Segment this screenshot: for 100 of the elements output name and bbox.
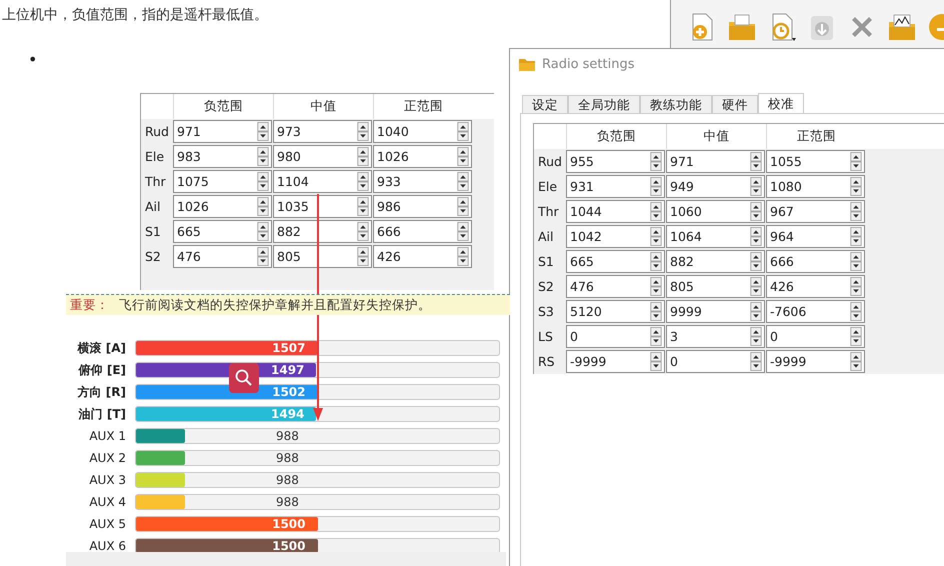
spinner-icon[interactable] bbox=[650, 252, 662, 271]
spinner-icon[interactable] bbox=[650, 227, 662, 246]
spin-field[interactable]: 986 bbox=[373, 195, 472, 218]
spin-field[interactable]: 0 bbox=[566, 325, 665, 348]
spinner-icon[interactable] bbox=[257, 172, 269, 191]
spinner-icon[interactable] bbox=[357, 247, 369, 266]
spinner-icon[interactable] bbox=[750, 177, 762, 196]
spin-field[interactable]: 971 bbox=[666, 150, 765, 173]
spinner-icon[interactable] bbox=[650, 202, 662, 221]
tab[interactable]: 校准 bbox=[758, 93, 804, 113]
spinner-icon[interactable] bbox=[457, 122, 469, 141]
spinner-icon[interactable] bbox=[750, 327, 762, 346]
spinner-icon[interactable] bbox=[850, 227, 862, 246]
spin-field[interactable]: 665 bbox=[566, 250, 665, 273]
spinner-icon[interactable] bbox=[750, 152, 762, 171]
spin-field[interactable]: 665 bbox=[173, 220, 272, 243]
spinner-icon[interactable] bbox=[457, 172, 469, 191]
spin-field[interactable]: 1042 bbox=[566, 225, 665, 248]
spin-field[interactable]: 0 bbox=[766, 325, 865, 348]
spinner-icon[interactable] bbox=[750, 252, 762, 271]
spinner-icon[interactable] bbox=[650, 277, 662, 296]
spin-field[interactable]: 805 bbox=[273, 245, 372, 268]
tab[interactable]: 设定 bbox=[522, 95, 568, 113]
spinner-icon[interactable] bbox=[750, 227, 762, 246]
spin-field[interactable]: 666 bbox=[766, 250, 865, 273]
spin-field[interactable]: 666 bbox=[373, 220, 472, 243]
channel-value: 1494 bbox=[271, 407, 304, 421]
spin-field[interactable]: 9999 bbox=[666, 300, 765, 323]
column-header: 正范围 bbox=[766, 124, 866, 149]
spin-field[interactable]: 0 bbox=[666, 350, 765, 373]
spinner-icon[interactable] bbox=[650, 352, 662, 371]
spinner-icon[interactable] bbox=[257, 147, 269, 166]
spin-field[interactable]: 955 bbox=[566, 150, 665, 173]
spin-field[interactable]: 1060 bbox=[666, 200, 765, 223]
spinner-icon[interactable] bbox=[850, 352, 862, 371]
spinner-icon[interactable] bbox=[750, 302, 762, 321]
spinner-icon[interactable] bbox=[257, 247, 269, 266]
spinner-icon[interactable] bbox=[650, 177, 662, 196]
spin-field[interactable]: 1104 bbox=[273, 170, 372, 193]
spin-field[interactable]: 476 bbox=[173, 245, 272, 268]
spinner-icon[interactable] bbox=[650, 302, 662, 321]
spin-field[interactable]: 933 bbox=[373, 170, 472, 193]
spin-field[interactable]: 964 bbox=[766, 225, 865, 248]
spin-field[interactable]: 1026 bbox=[173, 195, 272, 218]
spin-field[interactable]: 882 bbox=[666, 250, 765, 273]
spinner-icon[interactable] bbox=[257, 197, 269, 216]
spinner-icon[interactable] bbox=[850, 327, 862, 346]
spin-field[interactable]: 931 bbox=[566, 175, 665, 198]
spin-field[interactable]: 5120 bbox=[566, 300, 665, 323]
spin-field[interactable]: 476 bbox=[566, 275, 665, 298]
spinner-icon[interactable] bbox=[850, 277, 862, 296]
tab[interactable]: 硬件 bbox=[712, 95, 758, 113]
row-label: S2 bbox=[537, 279, 555, 294]
spin-field[interactable]: -9999 bbox=[566, 350, 665, 373]
spinner-icon[interactable] bbox=[257, 222, 269, 241]
spin-field[interactable]: 1035 bbox=[273, 195, 372, 218]
spin-field[interactable]: 971 bbox=[173, 120, 272, 143]
spin-field[interactable]: 805 bbox=[666, 275, 765, 298]
spin-field[interactable]: 967 bbox=[766, 200, 865, 223]
spin-field[interactable]: 1080 bbox=[766, 175, 865, 198]
spinner-icon[interactable] bbox=[850, 177, 862, 196]
spin-field[interactable]: 980 bbox=[273, 145, 372, 168]
channel-label: AUX 3 bbox=[88, 473, 126, 487]
chart-folder-icon[interactable] bbox=[887, 12, 917, 42]
spin-field[interactable]: 882 bbox=[273, 220, 372, 243]
tab[interactable]: 教练功能 bbox=[640, 95, 712, 113]
spinner-icon[interactable] bbox=[457, 222, 469, 241]
spinner-icon[interactable] bbox=[850, 202, 862, 221]
spinner-icon[interactable] bbox=[357, 222, 369, 241]
spinner-icon[interactable] bbox=[257, 122, 269, 141]
spin-field[interactable]: 1064 bbox=[666, 225, 765, 248]
spinner-icon[interactable] bbox=[750, 277, 762, 296]
spin-field[interactable]: -7606 bbox=[766, 300, 865, 323]
spin-field[interactable]: 426 bbox=[766, 275, 865, 298]
spinner-icon[interactable] bbox=[750, 352, 762, 371]
spinner-icon[interactable] bbox=[457, 197, 469, 216]
spin-field[interactable]: 973 bbox=[273, 120, 372, 143]
spin-field[interactable]: 426 bbox=[373, 245, 472, 268]
spin-field[interactable]: 1055 bbox=[766, 150, 865, 173]
spin-field[interactable]: 1075 bbox=[173, 170, 272, 193]
spinner-icon[interactable] bbox=[750, 202, 762, 221]
spin-field[interactable]: 949 bbox=[666, 175, 765, 198]
spinner-icon[interactable] bbox=[650, 327, 662, 346]
spinner-icon[interactable] bbox=[357, 197, 369, 216]
spinner-icon[interactable] bbox=[357, 122, 369, 141]
spinner-icon[interactable] bbox=[457, 147, 469, 166]
spinner-icon[interactable] bbox=[457, 247, 469, 266]
spin-field[interactable]: 1044 bbox=[566, 200, 665, 223]
spinner-icon[interactable] bbox=[650, 152, 662, 171]
spinner-icon[interactable] bbox=[850, 152, 862, 171]
tab[interactable]: 全局功能 bbox=[568, 95, 640, 113]
spin-field[interactable]: 1026 bbox=[373, 145, 472, 168]
spin-field[interactable]: 1040 bbox=[373, 120, 472, 143]
spinner-icon[interactable] bbox=[357, 172, 369, 191]
spinner-icon[interactable] bbox=[850, 252, 862, 271]
spinner-icon[interactable] bbox=[357, 147, 369, 166]
spin-field[interactable]: -9999 bbox=[766, 350, 865, 373]
spin-field[interactable]: 983 bbox=[173, 145, 272, 168]
spin-field[interactable]: 3 bbox=[666, 325, 765, 348]
spinner-icon[interactable] bbox=[850, 302, 862, 321]
